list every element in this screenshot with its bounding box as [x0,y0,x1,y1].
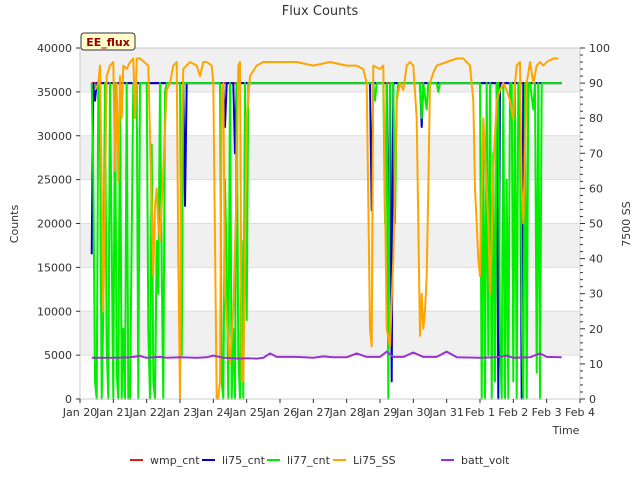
y-tick-label: 25000 [37,174,72,187]
y2-tick-label: 10 [589,358,603,371]
legend-label: li75_cnt [222,454,266,467]
y2-tick-label: 70 [589,147,603,160]
y-tick-label: 35000 [37,86,72,99]
y2-tick-label: 30 [589,288,603,301]
x-tick-label: Jan 29 [362,406,397,419]
legend-label: wmp_cnt [150,454,200,467]
y2-axis-ticks: 0 10 20 30 40 50 60 70 80 90 100 [580,42,610,406]
legend: wmp_cnt li75_cnt li77_cnt Li75_SS batt_volt [130,454,510,467]
y2-tick-label: 90 [589,77,603,90]
y2-tick-label: 50 [589,218,603,231]
y-tick-label: 0 [65,393,72,406]
y2-tick-label: 20 [589,323,603,336]
legend-label: batt_volt [461,454,510,467]
legend-label: Li75_SS [353,454,396,467]
y2-tick-label: 0 [589,393,596,406]
badge-label: EE_flux [86,36,130,49]
x-tick-label: Feb 2 [498,406,528,419]
x-tick-label: Feb 4 [565,406,595,419]
x-tick-label: Jan 24 [195,406,230,419]
ee-flux-badge: EE_flux [80,32,136,51]
y-tick-label: 10000 [37,305,72,318]
y-tick-label: 15000 [37,261,72,274]
x-axis-ticks: Jan 20Jan 21Jan 22Jan 23Jan 24Jan 25Jan … [62,399,595,419]
x-tick-label: Jan 28 [328,406,363,419]
x-tick-label: Feb 3 [532,406,562,419]
x-tick-label: Jan 22 [128,406,163,419]
y-axis-ticks: 0 5000 10000 15000 20000 25000 30000 35000 40000 [37,42,80,406]
x-tick-label: Jan 25 [228,406,263,419]
x-tick-label: Jan 20 [62,406,97,419]
x-tick-label: Feb 1 [465,406,495,419]
flux-counts-chart: Jan 20Jan 21Jan 22Jan 23Jan 24Jan 25Jan … [8,4,633,467]
y2-tick-label: 80 [589,112,603,125]
x-tick-label: Jan 30 [395,406,430,419]
y-tick-label: 40000 [37,42,72,55]
y-tick-label: 30000 [37,130,72,143]
y-tick-label: 5000 [44,349,72,362]
x-tick-label: Jan 31 [428,406,463,419]
y-axis-label: Counts [8,205,21,244]
y2-tick-label: 40 [589,253,603,266]
x-tick-label: Jan 23 [162,406,197,419]
y2-axis-label: 7500 SS [620,201,633,246]
chart-title: Flux Counts [282,4,359,19]
x-axis-label: Time [552,424,580,437]
y2-tick-label: 60 [589,182,603,195]
x-tick-label: Jan 21 [95,406,130,419]
x-tick-label: Jan 26 [262,406,297,419]
y2-tick-label: 100 [589,42,610,55]
legend-label: li77_cnt [287,454,331,467]
background-band [80,135,580,180]
y-tick-label: 20000 [37,218,72,231]
x-tick-label: Jan 27 [295,406,330,419]
